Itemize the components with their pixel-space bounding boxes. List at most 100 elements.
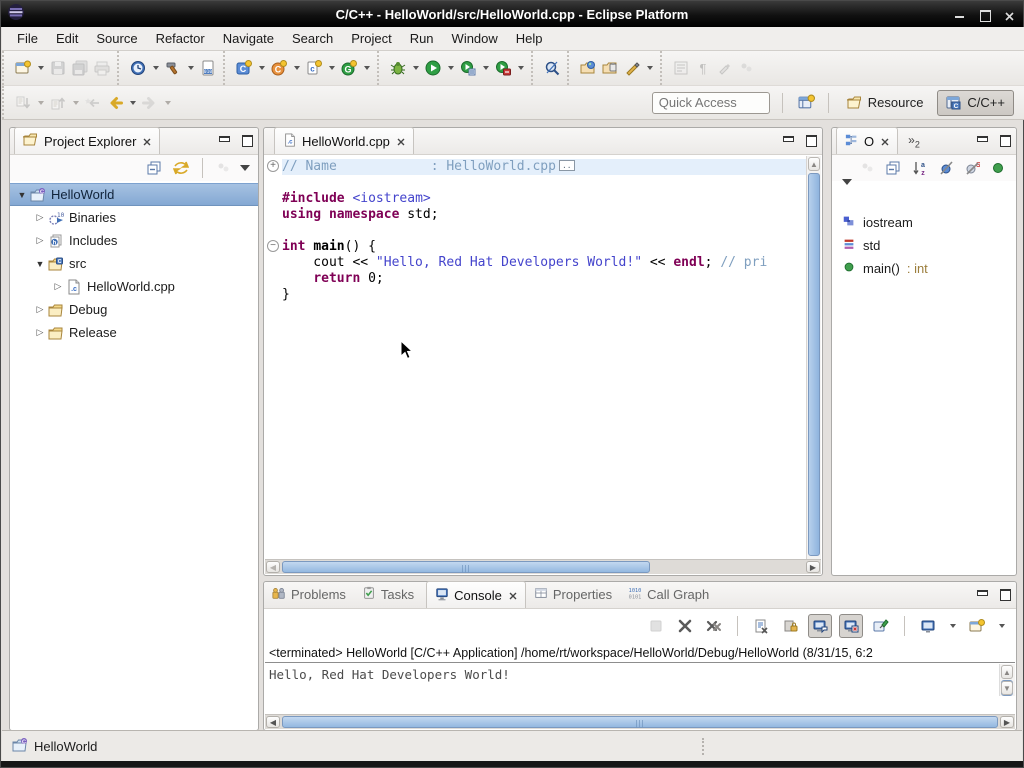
tree-item-release[interactable]: ▷Release [10, 321, 258, 344]
chevron-down-icon[interactable] [999, 624, 1005, 628]
remove-launch-button[interactable] [674, 615, 696, 637]
maximize-view-button[interactable] [999, 588, 1010, 599]
quick-access-input[interactable] [652, 92, 770, 114]
window-maximize-button[interactable] [979, 9, 990, 20]
tab-outline[interactable]: O [836, 127, 898, 154]
tree-item-binaries[interactable]: ▷10Binaries [10, 206, 258, 229]
scroll-lock-button[interactable] [779, 615, 801, 637]
maximize-view-button[interactable] [805, 134, 816, 145]
close-icon[interactable] [881, 134, 889, 149]
pin-console-button[interactable] [870, 615, 892, 637]
minimize-view-button[interactable] [976, 134, 987, 145]
tab-tasks[interactable]: Tasks [354, 581, 422, 608]
tab-problems[interactable]: Problems [264, 581, 354, 608]
new-gcov-button[interactable]: G [338, 57, 360, 79]
hide-fields-icon[interactable] [936, 158, 956, 178]
maximize-view-button[interactable] [241, 134, 252, 145]
chevron-down-icon[interactable] [130, 101, 136, 105]
expand-arrow-icon[interactable]: ▷ [32, 212, 48, 223]
scroll-left-icon[interactable]: ◀ [266, 716, 280, 728]
scroll-down-icon[interactable]: ▼ [1001, 681, 1013, 695]
show-stdout-button[interactable] [808, 614, 832, 638]
tree-item-debug[interactable]: ▷Debug [10, 298, 258, 321]
chevron-down-icon[interactable] [153, 66, 159, 70]
open-type-button[interactable] [577, 57, 599, 79]
menu-refactor[interactable]: Refactor [147, 28, 214, 49]
open-perspective-button[interactable] [795, 91, 818, 114]
close-icon[interactable] [509, 588, 517, 603]
tab-properties[interactable]: Properties [526, 581, 620, 608]
scrollbar-thumb[interactable] [808, 173, 820, 556]
editor-horizontal-scrollbar[interactable]: ◀ ||| ▶ [265, 559, 821, 574]
fold-gutter[interactable]: +− [265, 156, 282, 559]
minimize-view-button[interactable] [976, 588, 987, 599]
display-console-button[interactable] [917, 615, 939, 637]
chevron-down-icon[interactable] [647, 66, 653, 70]
clear-console-button[interactable] [750, 615, 772, 637]
menu-edit[interactable]: Edit [47, 28, 87, 49]
menu-run[interactable]: Run [401, 28, 443, 49]
minimize-view-button[interactable] [218, 134, 229, 145]
next-edit-pen-button[interactable] [621, 57, 643, 79]
collapse-all-icon[interactable] [145, 158, 165, 178]
perspective-resource-button[interactable]: Resource [839, 91, 932, 115]
new-c-file-button[interactable]: c [303, 57, 325, 79]
show-stderr-button[interactable] [839, 614, 863, 638]
console-output[interactable]: Hello, Red Hat Developers World! [265, 664, 999, 696]
chevron-down-icon[interactable] [413, 66, 419, 70]
expand-arrow-icon[interactable]: ▷ [50, 281, 66, 292]
tree-item-helloworld-cpp[interactable]: ▷.cHelloWorld.cpp [10, 275, 258, 298]
tab-editor-helloworld-cpp[interactable]: .c HelloWorld.cpp [274, 127, 414, 154]
chevron-down-icon[interactable] [364, 66, 370, 70]
profile-button[interactable] [127, 57, 149, 79]
scrollbar-thumb[interactable]: ||| [282, 716, 998, 728]
menu-help[interactable]: Help [507, 28, 552, 49]
outline-item-iostream[interactable]: iostream [842, 211, 1016, 234]
collapse-arrow-icon[interactable]: ▼ [32, 259, 48, 269]
fold-expand-icon[interactable]: + [267, 160, 279, 172]
scroll-right-icon[interactable]: ▶ [806, 561, 820, 573]
chevron-down-icon[interactable] [188, 66, 194, 70]
window-close-button[interactable] [1004, 9, 1015, 20]
tab-project-explorer[interactable]: Project Explorer [14, 127, 160, 154]
new-wizard-button[interactable] [12, 57, 34, 79]
chevron-down-icon[interactable] [38, 66, 44, 70]
new-c-project-button[interactable]: C [233, 57, 255, 79]
chevron-down-icon[interactable] [518, 66, 524, 70]
close-icon[interactable] [143, 134, 151, 149]
fold-collapse-icon[interactable]: − [267, 240, 279, 252]
maximize-view-button[interactable] [999, 134, 1010, 145]
folded-region-indicator[interactable]: .. [559, 160, 575, 171]
perspective-cc-button[interactable]: CC/C++ [937, 90, 1014, 116]
open-task-button[interactable] [599, 57, 621, 79]
tree-item-helloworld[interactable]: ▼CHelloWorld [10, 183, 258, 206]
new-cpp-class-button[interactable]: C [268, 57, 290, 79]
hide-static-icon[interactable]: S [962, 158, 982, 178]
minimize-view-button[interactable] [782, 134, 793, 145]
console-horizontal-scrollbar[interactable]: ◀ ||| ▶ [265, 714, 1015, 729]
scroll-up-icon[interactable]: ▲ [808, 157, 820, 171]
tab-call-graph[interactable]: 10100101Call Graph [620, 581, 717, 608]
editor-vertical-scrollbar[interactable]: ▲ [806, 156, 821, 559]
run-external-tools-button[interactable] [457, 57, 479, 79]
build-hammer-button[interactable] [162, 57, 184, 79]
scroll-left-icon[interactable]: ◀ [266, 561, 280, 573]
scroll-right-icon[interactable]: ▶ [1000, 716, 1014, 728]
chevron-down-icon[interactable] [950, 624, 956, 628]
back-button[interactable] [104, 92, 126, 114]
run-button[interactable] [422, 57, 444, 79]
menu-search[interactable]: Search [283, 28, 342, 49]
view-menu-icon[interactable] [240, 165, 250, 171]
hide-non-public-icon[interactable] [988, 158, 1008, 178]
sort-icon[interactable]: az [910, 158, 930, 178]
chevron-down-icon[interactable] [259, 66, 265, 70]
outline-item-main[interactable]: main() : int [842, 257, 1016, 280]
scrollbar-thumb[interactable]: ||| [282, 561, 650, 573]
expand-arrow-icon[interactable]: ▷ [32, 235, 48, 246]
search-button[interactable] [541, 57, 563, 79]
coverage-button[interactable] [492, 57, 514, 79]
tab-console[interactable]: Console [426, 581, 526, 608]
debug-bug-button[interactable] [387, 57, 409, 79]
status-splitter-handle[interactable] [702, 738, 704, 755]
view-menu-icon[interactable] [842, 179, 852, 202]
